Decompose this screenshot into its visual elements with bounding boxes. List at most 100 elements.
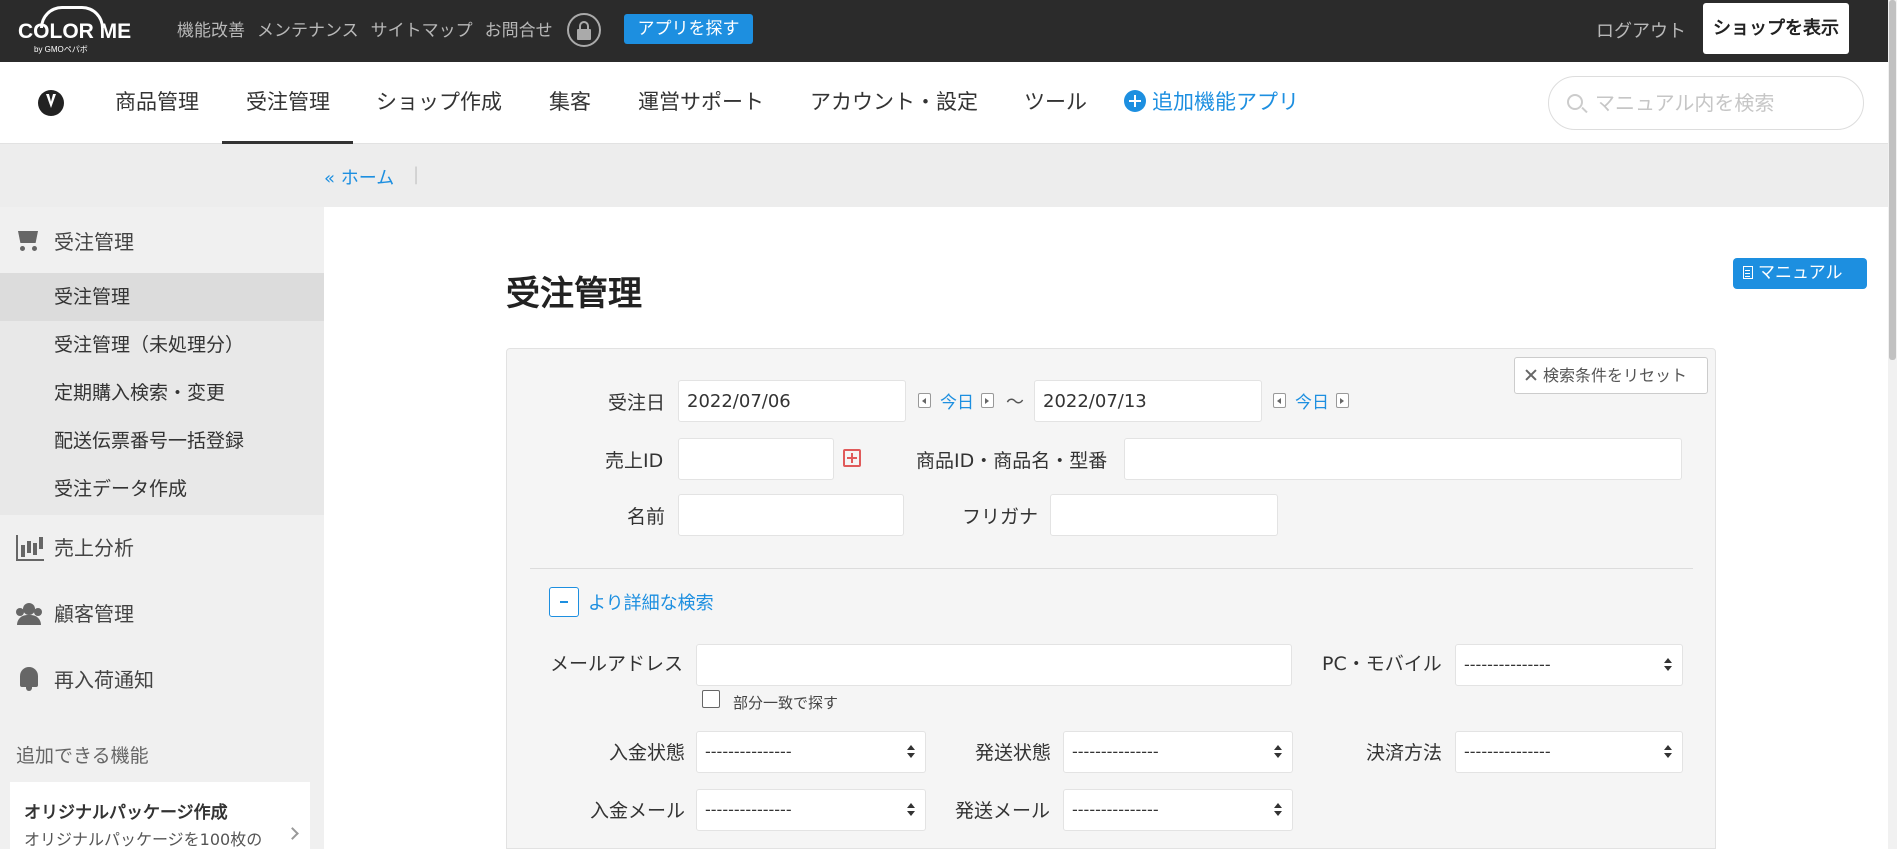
nav-products[interactable]: 商品管理 [115, 86, 199, 116]
sidebar-restock-notice-label: 再入荷通知 [54, 667, 154, 692]
top-link-contact[interactable]: お問合せ [485, 16, 553, 41]
shipping-mail-label: 発送メール [955, 800, 1051, 822]
breadcrumb-home[interactable]: « ホーム [324, 164, 394, 190]
device-label: PC・モバイル [1322, 653, 1442, 675]
shipping-status-label: 発送状態 [975, 742, 1052, 764]
sidebar-item-unprocessed-orders[interactable]: 受注管理（未処理分） [0, 321, 324, 369]
add-sales-id-icon[interactable] [843, 449, 861, 467]
brand-icon[interactable] [38, 90, 64, 116]
select-arrows-icon [1664, 658, 1672, 671]
nav-shop-builder[interactable]: ショップ作成 [376, 86, 502, 116]
close-icon [1525, 369, 1537, 381]
show-shop-button[interactable]: ショップを表示 [1703, 3, 1849, 54]
order-date-from-input[interactable] [678, 380, 906, 422]
shipping-mail-value: --------------- [1072, 800, 1159, 819]
top-link-improvements[interactable]: 機能改善 [177, 16, 245, 41]
top-link-sitemap[interactable]: サイトマップ [371, 16, 473, 41]
sidebar-item-order-data[interactable]: 受注データ作成 [0, 465, 324, 513]
partial-match-label: 部分一致で探す [733, 694, 839, 712]
sales-id-input[interactable] [678, 438, 834, 480]
manual-button[interactable]: マニュアル [1733, 258, 1867, 289]
product-input[interactable] [1124, 438, 1682, 480]
page-scrollbar-thumb[interactable] [1889, 0, 1896, 360]
sidebar-sales-analysis-label: 売上分析 [54, 535, 134, 560]
sidebar-order-mgmt[interactable]: 受注管理 [0, 210, 324, 270]
date-range-tilde: 〜 [1006, 392, 1024, 413]
feature-card-desc: オリジナルパッケージを100枚の [24, 830, 263, 849]
nav-support[interactable]: 運営サポート [638, 86, 764, 116]
feature-card-title: オリジナルパッケージ作成 [24, 803, 228, 823]
logo-name: COLOR ME [18, 20, 132, 43]
breadcrumb-separator: | [413, 164, 420, 185]
manual-search-input[interactable] [1595, 89, 1845, 117]
payment-status-value: --------------- [705, 742, 792, 761]
device-select-value: --------------- [1464, 655, 1551, 674]
nav-orders[interactable]: 受注管理 [246, 86, 330, 116]
date-to-next-icon[interactable] [1336, 393, 1349, 408]
chevron-right-icon [286, 827, 299, 840]
payment-mail-select[interactable]: --------------- [696, 789, 926, 831]
lock-icon[interactable] [567, 13, 601, 47]
product-label: 商品ID・商品名・型番 [916, 450, 1108, 472]
kana-label: フリガナ [962, 506, 1039, 528]
feature-card-original-package[interactable]: オリジナルパッケージ作成 オリジナルパッケージを100枚の [10, 782, 310, 849]
payment-method-select[interactable]: --------------- [1455, 731, 1683, 773]
select-arrows-icon [1274, 745, 1282, 758]
email-input[interactable] [696, 644, 1292, 686]
device-select[interactable]: --------------- [1455, 644, 1683, 686]
page-title: 受注管理 [506, 274, 642, 314]
sidebar: 受注管理 受注管理 受注管理（未処理分） 定期購入検索・変更 配送伝票番号一括登… [0, 207, 324, 849]
date-to-prev-icon[interactable] [1273, 393, 1286, 408]
date-to-today-link[interactable]: 今日 [1295, 388, 1329, 413]
sales-id-label: 売上ID [605, 450, 664, 472]
find-app-button[interactable]: アプリを探す [624, 14, 753, 44]
payment-mail-label: 入金メール [590, 800, 686, 822]
addable-features-heading: 追加できる機能 [16, 745, 149, 767]
order-date-to-input[interactable] [1034, 380, 1262, 422]
shipping-status-select[interactable]: --------------- [1063, 731, 1293, 773]
detail-search-link[interactable]: より詳細な検索 [588, 589, 714, 615]
payment-status-select[interactable]: --------------- [696, 731, 926, 773]
name-input[interactable] [678, 494, 904, 536]
nav-addon-label: 追加機能アプリ [1152, 90, 1299, 114]
nav-marketing[interactable]: 集客 [549, 86, 591, 116]
colorme-logo[interactable]: COLOR ME by GMOペパボ [18, 6, 132, 54]
users-icon [14, 597, 44, 627]
date-from-prev-icon[interactable] [918, 393, 931, 408]
name-label: 名前 [627, 506, 666, 528]
shipping-mail-select[interactable]: --------------- [1063, 789, 1293, 831]
logout-link[interactable]: ログアウト [1596, 17, 1686, 43]
top-links: 機能改善 メンテナンス サイトマップ お問合せ [177, 16, 553, 41]
nav-tools[interactable]: ツール [1024, 86, 1087, 116]
reset-search-label: 検索条件をリセット [1543, 366, 1688, 385]
select-arrows-icon [907, 745, 915, 758]
sidebar-item-subscriptions[interactable]: 定期購入検索・変更 [0, 369, 324, 417]
search-icon [1567, 94, 1583, 110]
detail-search-toggle[interactable] [549, 587, 579, 617]
select-arrows-icon [1664, 745, 1672, 758]
sidebar-item-orders[interactable]: 受注管理 [0, 273, 324, 321]
sidebar-item-tracking-bulk[interactable]: 配送伝票番号一括登録 [0, 417, 324, 465]
nav-account-settings[interactable]: アカウント・設定 [810, 86, 978, 116]
kana-input[interactable] [1050, 494, 1278, 536]
order-date-label: 受注日 [608, 392, 666, 414]
manual-button-label: マニュアル [1758, 263, 1843, 283]
sidebar-restock-notice[interactable]: 再入荷通知 [0, 648, 324, 708]
select-arrows-icon [907, 803, 915, 816]
select-arrows-icon [1274, 803, 1282, 816]
logo-byline: by GMOペパボ [34, 45, 88, 54]
top-link-maintenance[interactable]: メンテナンス [257, 16, 359, 41]
date-from-today-link[interactable]: 今日 [940, 388, 974, 413]
manual-search[interactable] [1548, 76, 1864, 130]
shipping-status-value: --------------- [1072, 742, 1159, 761]
reset-search-button[interactable]: 検索条件をリセット [1514, 357, 1708, 394]
bell-icon [14, 663, 44, 693]
sidebar-customer-mgmt[interactable]: 顧客管理 [0, 582, 324, 642]
partial-match-checkbox[interactable] [702, 690, 720, 708]
sidebar-sales-analysis[interactable]: 売上分析 [0, 516, 324, 576]
nav-addon-apps[interactable]: 追加機能アプリ [1124, 86, 1299, 116]
date-from-next-icon[interactable] [981, 393, 994, 408]
top-bar: COLOR ME by GMOペパボ 機能改善 メンテナンス サイトマップ お問… [0, 0, 1897, 62]
payment-method-label: 決済方法 [1366, 742, 1443, 764]
sidebar-order-mgmt-label: 受注管理 [54, 229, 134, 254]
